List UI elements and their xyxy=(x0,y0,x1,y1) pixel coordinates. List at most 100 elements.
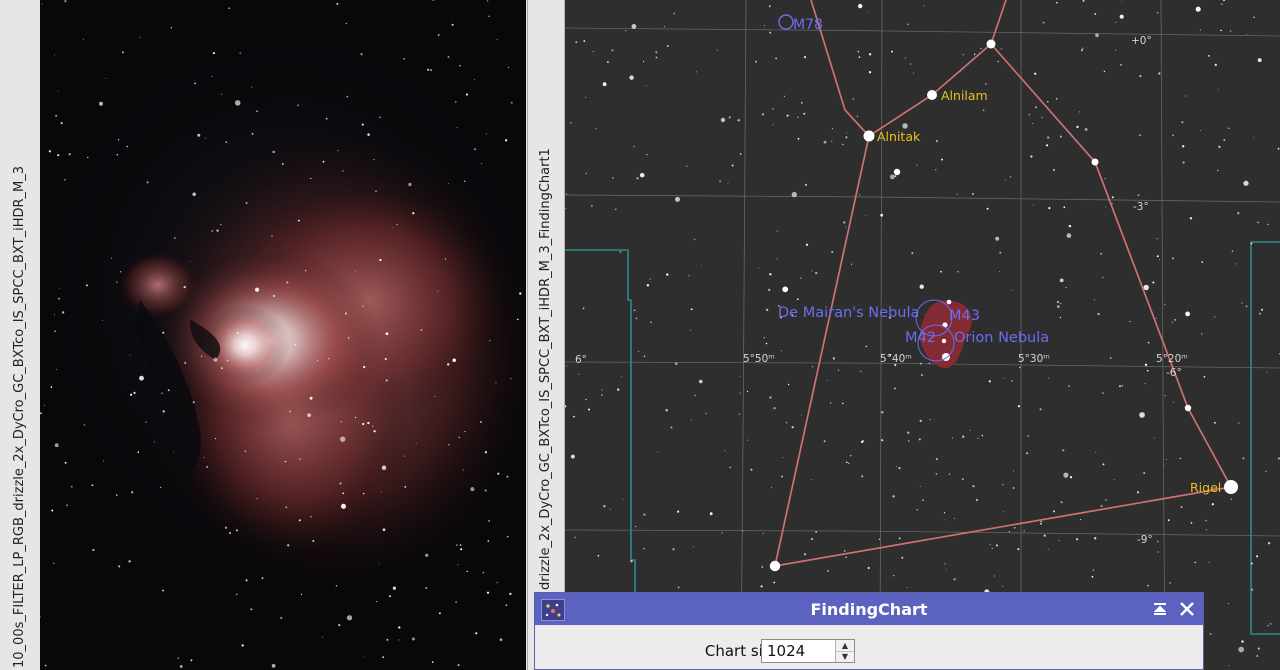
background-star xyxy=(463,180,466,183)
background-star xyxy=(842,402,844,405)
image-window-tab-title[interactable]: 10_00s_FILTER_LP_RGB_drizzle_2x_DyCro_GC… xyxy=(12,166,27,668)
background-star xyxy=(459,65,461,67)
background-star xyxy=(1185,311,1190,317)
background-star xyxy=(1153,437,1155,439)
background-star xyxy=(1157,551,1159,553)
background-star xyxy=(1143,472,1146,475)
label-orion-nebula[interactable]: Orion Nebula xyxy=(954,330,1049,346)
background-star xyxy=(643,355,646,357)
background-star xyxy=(307,413,311,417)
background-star xyxy=(929,418,931,421)
star-alnitak[interactable] xyxy=(863,130,875,142)
nebula-image[interactable] xyxy=(40,0,526,670)
background-star xyxy=(360,52,363,56)
dec-label-minus-6: -6° xyxy=(1166,367,1182,379)
background-star xyxy=(192,401,195,404)
background-star xyxy=(434,395,436,397)
background-star xyxy=(787,383,790,386)
star-orion-knee[interactable] xyxy=(1184,404,1192,412)
background-star xyxy=(800,414,802,416)
background-star xyxy=(776,230,778,232)
image-window-tab[interactable]: 10_00s_FILTER_LP_RGB_drizzle_2x_DyCro_GC… xyxy=(0,0,41,670)
background-star xyxy=(1201,333,1203,335)
background-star xyxy=(403,58,405,60)
label-alnilam[interactable]: Alnilam xyxy=(941,88,988,103)
background-star xyxy=(85,284,88,287)
background-star xyxy=(709,512,713,516)
background-star xyxy=(487,540,490,542)
background-star xyxy=(205,137,207,139)
background-star xyxy=(575,41,578,44)
background-star xyxy=(1152,281,1155,284)
background-star xyxy=(309,396,313,400)
background-star xyxy=(1250,562,1253,565)
background-star xyxy=(473,148,477,151)
background-star xyxy=(1227,127,1230,130)
background-star xyxy=(1137,194,1140,197)
background-star xyxy=(54,54,55,56)
background-star xyxy=(1012,290,1014,291)
star-saiph[interactable] xyxy=(769,560,781,572)
background-star xyxy=(57,154,60,157)
background-star xyxy=(919,419,922,423)
star-sigma-ori[interactable] xyxy=(893,168,901,176)
star-alnilam[interactable] xyxy=(927,90,937,100)
background-star xyxy=(1047,101,1049,103)
background-star xyxy=(354,416,357,419)
background-star xyxy=(739,153,742,155)
background-star xyxy=(1032,204,1034,206)
background-star xyxy=(91,484,94,487)
dialog-titlebar[interactable]: FindingChart xyxy=(535,593,1203,625)
label-m43[interactable]: M43 xyxy=(949,308,980,324)
background-star xyxy=(1041,117,1043,119)
background-star xyxy=(1075,538,1079,541)
background-star xyxy=(504,139,508,142)
label-rigel[interactable]: Rigel xyxy=(1190,480,1221,495)
background-star xyxy=(372,425,374,427)
label-m78[interactable]: M78 xyxy=(793,17,823,33)
background-star xyxy=(286,281,289,284)
background-star xyxy=(1156,540,1159,543)
background-star xyxy=(294,343,297,346)
star-orion-belt-east[interactable] xyxy=(1091,158,1099,166)
background-star xyxy=(675,196,680,202)
background-star xyxy=(858,194,860,196)
background-star xyxy=(591,205,593,207)
background-star xyxy=(1042,21,1045,24)
background-star xyxy=(724,450,726,452)
label-m42[interactable]: M42 xyxy=(905,330,936,346)
finding-chart-window-tab[interactable]: drizzle_2x_DyCro_GC_BXTco_IS_SPCC_BXT_iH… xyxy=(528,0,565,670)
background-star xyxy=(64,461,67,464)
label-de-mairans-nebula[interactable]: De Mairan's Nebula xyxy=(778,305,919,321)
background-star xyxy=(991,547,993,549)
finding-chart-view[interactable]: M78 Alnilam Alnitak Rigel De Mairan's Ne… xyxy=(565,0,1280,670)
background-star xyxy=(1243,180,1249,186)
background-star xyxy=(1062,449,1065,452)
background-star xyxy=(236,529,238,532)
background-star xyxy=(848,462,850,464)
background-star xyxy=(335,584,338,587)
background-star xyxy=(479,421,482,423)
background-star xyxy=(220,93,222,95)
finding-chart-window-tab-title[interactable]: drizzle_2x_DyCro_GC_BXTco_IS_SPCC_BXT_iH… xyxy=(538,148,553,590)
chart-size-decrement-icon[interactable]: ▼ xyxy=(836,651,854,662)
star-mintaka[interactable] xyxy=(986,39,996,49)
background-star xyxy=(566,365,568,367)
background-star xyxy=(1174,318,1177,321)
background-star xyxy=(791,426,794,429)
star-rigel[interactable] xyxy=(1224,480,1238,494)
background-star xyxy=(83,424,86,426)
dialog-close-icon[interactable] xyxy=(1175,597,1199,621)
background-star xyxy=(612,177,614,179)
background-star xyxy=(87,156,89,159)
background-star xyxy=(154,441,156,443)
dialog-shade-icon[interactable] xyxy=(1148,597,1172,621)
label-alnitak[interactable]: Alnitak xyxy=(877,129,921,144)
chart-size-input[interactable] xyxy=(762,640,839,662)
background-star xyxy=(1058,539,1060,541)
chart-size-spinbox[interactable]: ▲ ▼ xyxy=(761,639,855,663)
background-star xyxy=(1095,451,1097,453)
background-star xyxy=(868,53,872,56)
background-star xyxy=(1147,584,1149,587)
background-star xyxy=(1118,385,1122,388)
